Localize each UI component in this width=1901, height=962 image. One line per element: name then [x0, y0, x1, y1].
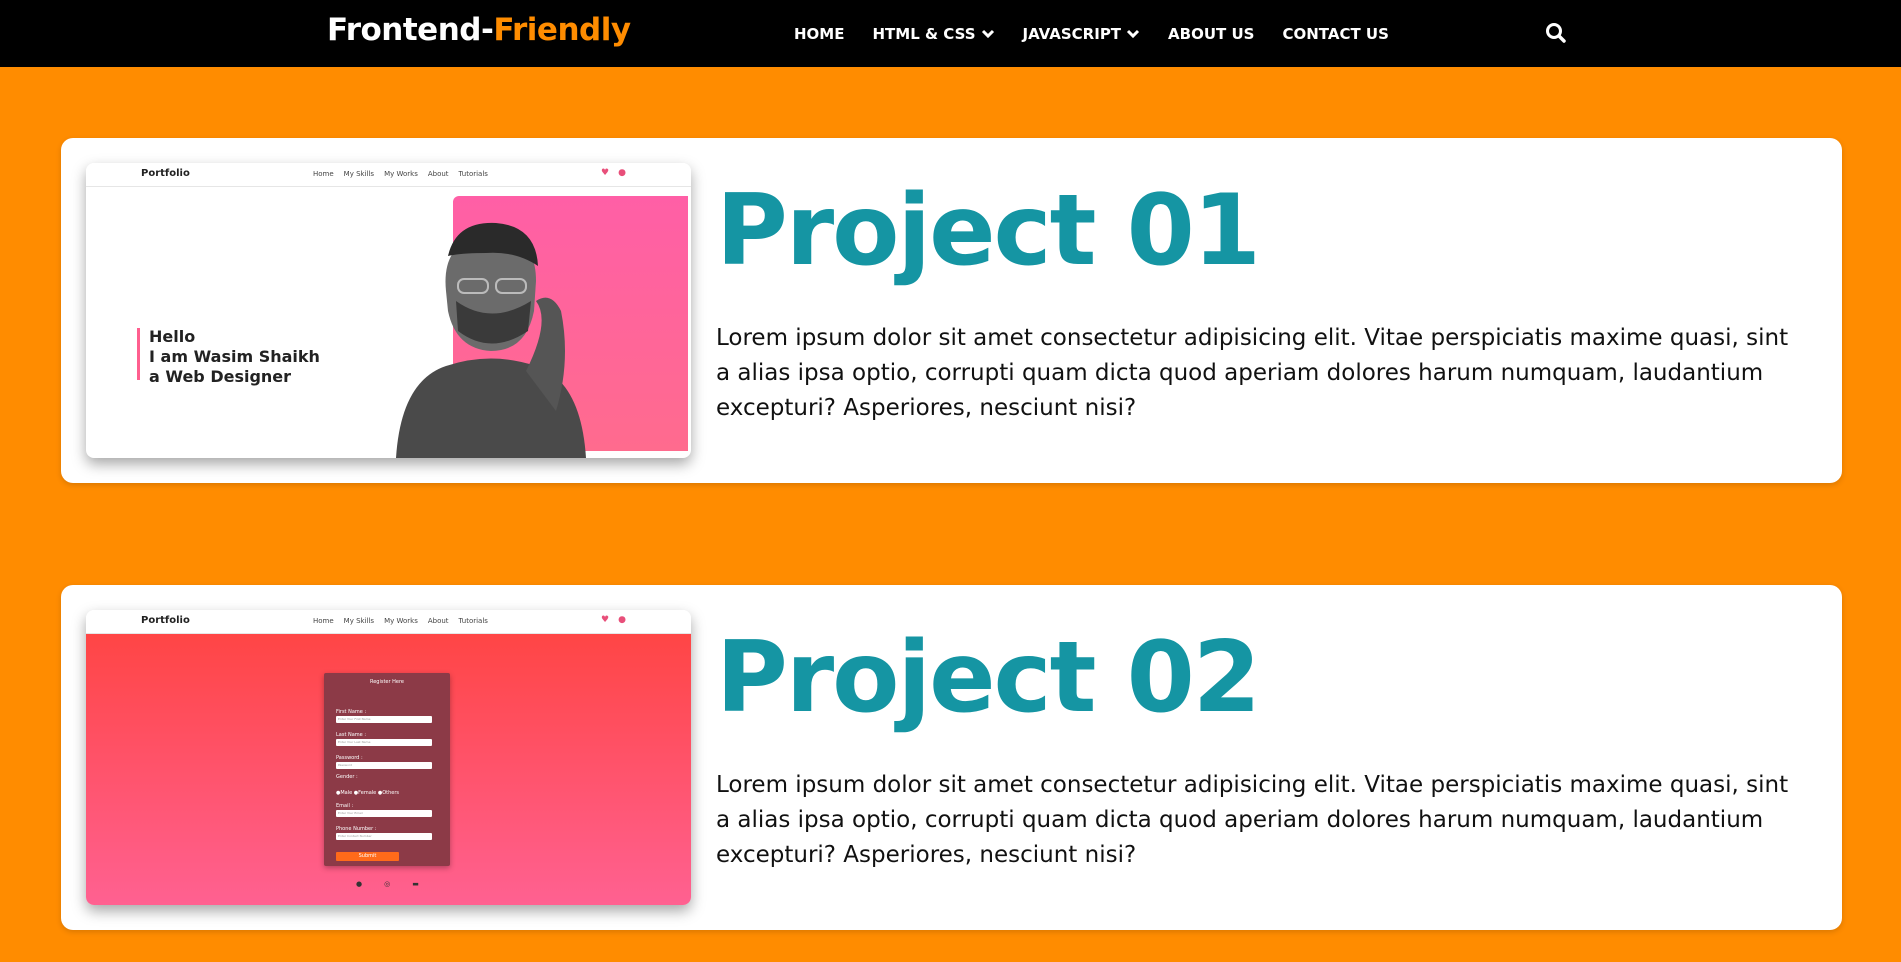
nav-links: HOME HTML & CSS JAVASCRIPT ABOUT US CONT… — [794, 0, 1417, 67]
brand-accent-text: Friendly — [493, 12, 631, 48]
field-placeholder: Password — [338, 763, 353, 767]
preview-brand: Portfolio — [141, 615, 190, 626]
preview-link: My Works — [384, 170, 418, 178]
nav-item-label: HTML & CSS — [872, 24, 976, 43]
nav-item-html-css[interactable]: HTML & CSS — [872, 25, 994, 43]
chevron-down-icon — [1126, 25, 1140, 43]
project-title: Project 02 — [716, 621, 1261, 735]
preview-hello-text: Hello I am Wasim Shaikh a Web Designer — [149, 327, 320, 387]
email-field: Enter Your Email — [336, 810, 432, 817]
project-preview-image[interactable]: Portfolio Home My Skills My Works About Tuto… — [86, 610, 691, 905]
preview-icons: ♥ ● — [601, 168, 635, 178]
password-field: Password — [336, 762, 432, 769]
first-name-field: Enter Your First Name — [336, 716, 432, 723]
person-photo — [396, 222, 586, 458]
social-icon: ◎ — [384, 880, 391, 888]
preview-navbar: Portfolio Home My Skills My Works About Tuto… — [86, 163, 691, 187]
field-placeholder: Enter Your First Name — [338, 717, 371, 721]
search-button[interactable] — [1544, 21, 1568, 45]
project-preview-image[interactable]: Portfolio Home My Skills My Works About Tuto… — [86, 163, 691, 458]
social-icon: ▬ — [412, 880, 419, 888]
preview-link: My Skills — [343, 170, 375, 178]
nav-item-label: CONTACT US — [1282, 24, 1389, 43]
form-title: Register Here — [369, 679, 405, 685]
form-label: Password : — [336, 755, 363, 761]
form-label: Phone Number : — [336, 826, 377, 832]
form-label: Last Name : — [336, 732, 367, 738]
form-label: Gender : — [336, 774, 358, 780]
heart-icon: ♥ — [601, 168, 610, 178]
nav-item-javascript[interactable]: JAVASCRIPT — [1023, 25, 1141, 43]
project-description: Lorem ipsum dolor sit amet consectetur a… — [716, 772, 1789, 868]
phone-field: Enter Contact Number — [336, 833, 432, 840]
gender-options: ●Male ●Female ●Others — [336, 790, 399, 796]
preview-link: About — [427, 617, 449, 625]
hello-line: a Web Designer — [149, 367, 292, 386]
field-placeholder: Enter Your Email — [338, 811, 363, 815]
last-name-field: Enter Your Last Name — [336, 739, 432, 746]
project-description: Lorem ipsum dolor sit amet consectetur a… — [716, 325, 1789, 421]
user-icon: ● — [618, 168, 626, 178]
preview-link: Tutorials — [458, 617, 488, 625]
top-navbar: Frontend-Friendly HOME HTML & CSS JAVASC… — [0, 0, 1901, 67]
project-title: Project 01 — [716, 174, 1261, 288]
nav-item-contact-us[interactable]: CONTACT US — [1282, 25, 1388, 43]
preview-icons: ♥ ● — [601, 615, 635, 625]
preview-link: Home — [313, 617, 334, 625]
preview-link: My Skills — [343, 617, 375, 625]
user-icon: ● — [618, 615, 626, 625]
submit-button: Submit — [336, 852, 399, 861]
preview-link: About — [427, 170, 449, 178]
form-label: First Name : — [336, 709, 367, 715]
brand-logo[interactable]: Frontend-Friendly — [327, 12, 631, 48]
nav-item-label: HOME — [794, 24, 845, 43]
hello-line: Hello — [149, 327, 196, 346]
hello-accent-bar — [137, 328, 140, 380]
project-card-1: Portfolio Home My Skills My Works About Tuto… — [61, 138, 1842, 483]
chevron-down-icon — [981, 25, 995, 43]
hello-line: I am Wasim Shaikh — [149, 347, 320, 366]
preview-link: Tutorials — [458, 170, 488, 178]
nav-item-label: JAVASCRIPT — [1022, 24, 1122, 43]
nav-item-about-us[interactable]: ABOUT US — [1168, 25, 1254, 43]
preview-link: Home — [313, 170, 334, 178]
brand-main-text: Frontend- — [327, 12, 494, 48]
preview-links: Home My Skills My Works About Tutorials — [313, 617, 498, 625]
form-label: Email : — [336, 803, 354, 809]
heart-icon: ♥ — [601, 615, 610, 625]
field-placeholder: Enter Your Last Name — [338, 740, 371, 744]
nav-item-home[interactable]: HOME — [794, 25, 844, 43]
register-form: Register Here First Name : Enter Your Fi… — [324, 673, 450, 866]
preview-social-icons: ● ◎ ▬ — [356, 880, 441, 888]
nav-item-label: ABOUT US — [1168, 24, 1255, 43]
preview-navbar: Portfolio Home My Skills My Works About Tuto… — [86, 610, 691, 634]
preview-link: My Works — [384, 617, 418, 625]
project-card-2: Portfolio Home My Skills My Works About Tuto… — [61, 585, 1842, 930]
preview-brand: Portfolio — [141, 168, 190, 179]
social-icon: ● — [356, 880, 363, 888]
field-placeholder: Enter Contact Number — [338, 834, 372, 838]
preview-links: Home My Skills My Works About Tutorials — [313, 170, 498, 178]
search-icon — [1546, 23, 1566, 43]
